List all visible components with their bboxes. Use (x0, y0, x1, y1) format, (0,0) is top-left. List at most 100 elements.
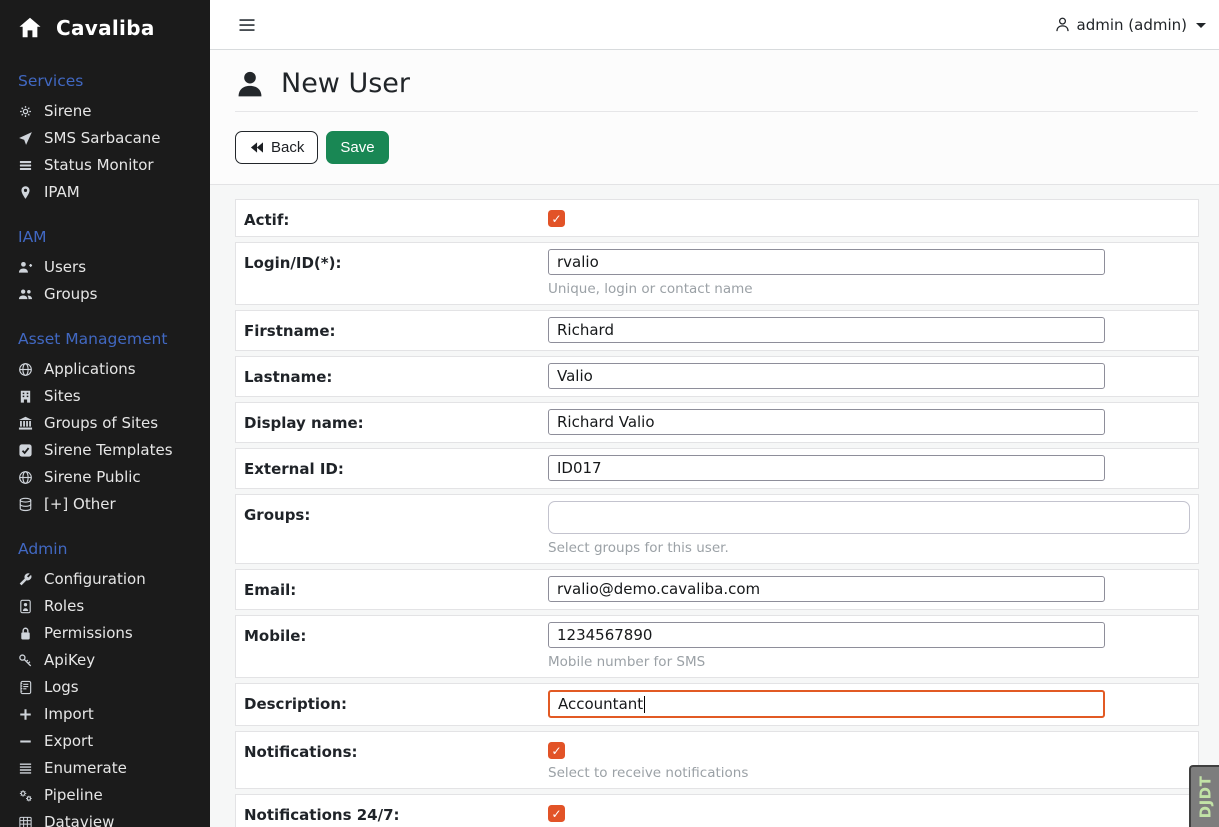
user-menu-label: admin (admin) (1077, 16, 1187, 34)
firstname-input[interactable] (548, 317, 1105, 343)
sidebar-section-asset-management[interactable]: Asset Management (0, 330, 210, 348)
sidebar-item-configuration[interactable]: Configuration (0, 566, 210, 593)
sidebar-item-label: [+] Other (44, 496, 116, 513)
display_name-input[interactable] (548, 409, 1105, 435)
bars-icon (18, 158, 33, 173)
sidebar-item-applications[interactable]: Applications (0, 356, 210, 383)
sidebar-item-sites[interactable]: Sites (0, 383, 210, 410)
sidebar-item-label: Sirene Public (44, 469, 141, 486)
sidebar-item-logs[interactable]: Logs (0, 674, 210, 701)
description-input[interactable]: Accountant (548, 690, 1105, 718)
login_id-input[interactable] (548, 249, 1105, 275)
sidebar-item-groups[interactable]: Groups (0, 281, 210, 308)
sidebar-item-apikey[interactable]: ApiKey (0, 647, 210, 674)
journal-icon (18, 680, 33, 695)
groups-help-text: Select groups for this user. (548, 540, 1190, 556)
back-button-label: Back (271, 138, 304, 157)
lock-icon (18, 626, 33, 641)
sidebar-item-label: Groups (44, 286, 97, 303)
sidebar-item-label: Groups of Sites (44, 415, 158, 432)
sidebar-item-sirene-public[interactable]: Sirene Public (0, 464, 210, 491)
sidebar-item-sirene-templates[interactable]: Sirene Templates (0, 437, 210, 464)
sidebar-item-label: Sirene Templates (44, 442, 173, 459)
debug-toolbar-label: DJDT (1196, 776, 1214, 819)
mobile-input[interactable] (548, 622, 1105, 648)
notifications_24_7-control: ✓Select to receive notifications outside… (548, 801, 1190, 827)
debug-toolbar-handle[interactable]: DJDT (1189, 765, 1219, 827)
person-plus-icon (18, 260, 33, 275)
form-row-login_id: Login/ID(*):Unique, login or contact nam… (235, 242, 1199, 305)
brand-logo[interactable]: Cavaliba (0, 0, 210, 50)
notifications-checkbox[interactable]: ✓ (548, 742, 565, 759)
form-row-display_name: Display name: (235, 402, 1199, 443)
sidebar-item-label: Permissions (44, 625, 133, 642)
groups-label: Groups: (244, 501, 548, 524)
plus-icon (18, 707, 33, 722)
sidebar-item--other[interactable]: [+] Other (0, 491, 210, 518)
menu-toggle-icon[interactable] (236, 15, 258, 35)
globe-icon (18, 470, 33, 485)
sidebar-item-label: Roles (44, 598, 84, 615)
toolbar: Back Save (235, 112, 1198, 184)
sidebar-item-groups-of-sites[interactable]: Groups of Sites (0, 410, 210, 437)
building-icon (18, 389, 33, 404)
groups-select[interactable] (548, 501, 1190, 534)
save-button[interactable]: Save (326, 131, 388, 164)
sidebar-item-label: Configuration (44, 571, 146, 588)
sidebar-item-roles[interactable]: Roles (0, 593, 210, 620)
form-row-actif: Actif:✓ (235, 199, 1199, 237)
sidebar-item-import[interactable]: Import (0, 701, 210, 728)
sidebar-item-users[interactable]: Users (0, 254, 210, 281)
form-row-notifications_24_7: Notifications 24/7:✓Select to receive no… (235, 794, 1199, 827)
actif-checkbox[interactable]: ✓ (548, 210, 565, 227)
home-icon (18, 16, 42, 40)
list-icon (18, 761, 33, 776)
notifications_24_7-checkbox[interactable]: ✓ (548, 805, 565, 822)
sidebar-item-pipeline[interactable]: Pipeline (0, 782, 210, 809)
sidebar-item-sms-sarbacane[interactable]: SMS Sarbacane (0, 125, 210, 152)
sidebar-section-admin[interactable]: Admin (0, 540, 210, 558)
sidebar-item-permissions[interactable]: Permissions (0, 620, 210, 647)
sidebar-item-label: Sirene (44, 103, 92, 120)
brand-name: Cavaliba (56, 16, 155, 40)
sidebar-item-dataview[interactable]: Dataview (0, 809, 210, 827)
sidebar-item-export[interactable]: Export (0, 728, 210, 755)
sidebar-item-status-monitor[interactable]: Status Monitor (0, 152, 210, 179)
external_id-control (548, 455, 1190, 481)
sidebar-item-label: Logs (44, 679, 79, 696)
email-control (548, 576, 1190, 602)
sidebar-item-label: ApiKey (44, 652, 95, 669)
external_id-input[interactable] (548, 455, 1105, 481)
login_id-control: Unique, login or contact name (548, 249, 1190, 297)
table-icon (18, 815, 33, 827)
form-row-firstname: Firstname: (235, 310, 1199, 351)
actif-label: Actif: (244, 206, 548, 229)
sidebar-item-ipam[interactable]: IPAM (0, 179, 210, 206)
sidebar-item-label: Enumerate (44, 760, 127, 777)
form-row-description: Description:Accountant (235, 683, 1199, 726)
gears-icon (18, 788, 33, 803)
lastname-input[interactable] (548, 363, 1105, 389)
display_name-label: Display name: (244, 409, 548, 432)
form-row-lastname: Lastname: (235, 356, 1199, 397)
external_id-label: External ID: (244, 455, 548, 478)
back-button[interactable]: Back (235, 131, 318, 164)
bank-icon (18, 416, 33, 431)
sidebar-item-sirene[interactable]: Sirene (0, 98, 210, 125)
sidebar-section-iam[interactable]: IAM (0, 228, 210, 246)
sidebar-item-enumerate[interactable]: Enumerate (0, 755, 210, 782)
sidebar-section-services[interactable]: Services (0, 72, 210, 90)
sidebar-item-label: Pipeline (44, 787, 103, 804)
user-fill-icon (235, 69, 265, 99)
user-menu[interactable]: admin (admin) (1054, 16, 1206, 34)
lastname-control (548, 363, 1190, 389)
sidebar-item-label: Import (44, 706, 94, 723)
description-control: Accountant (548, 690, 1190, 718)
notifications-control: ✓Select to receive notifications (548, 738, 1190, 781)
description-label: Description: (244, 690, 548, 713)
sidebar-item-label: Dataview (44, 814, 114, 827)
person-badge-icon (18, 599, 33, 614)
globe-icon (18, 362, 33, 377)
actif-control: ✓ (548, 206, 1190, 227)
email-input[interactable] (548, 576, 1105, 602)
